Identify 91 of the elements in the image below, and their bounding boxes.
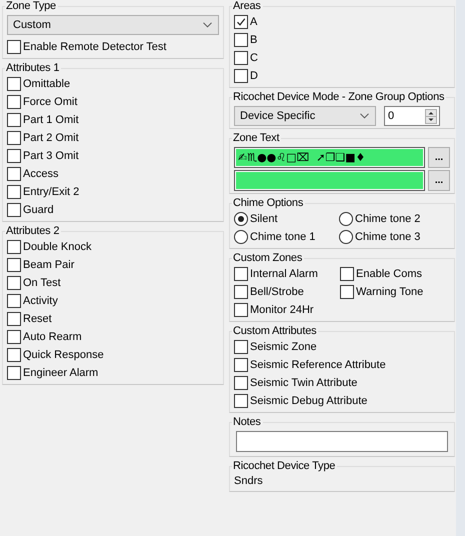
checkbox-label[interactable]: Part 2 Omit xyxy=(23,132,79,144)
checkbox[interactable] xyxy=(7,77,21,91)
ellipsis-button[interactable]: ... xyxy=(428,147,450,168)
checkbox[interactable] xyxy=(234,33,248,47)
checkbox-label[interactable]: Auto Rearm xyxy=(23,331,82,343)
checkbox[interactable] xyxy=(7,240,21,254)
checkbox-label[interactable]: Quick Response xyxy=(23,349,104,361)
group-label: Attributes 1 xyxy=(5,62,60,75)
caret-icon xyxy=(203,22,212,28)
radio-label[interactable]: Chime tone 1 xyxy=(250,231,316,243)
checkbox-label[interactable]: Omittable xyxy=(23,78,70,90)
group-label: Zone Type xyxy=(5,0,57,13)
checkbox-label[interactable]: Seismic Zone xyxy=(250,341,317,353)
checkbox[interactable] xyxy=(234,267,248,281)
checkbox[interactable] xyxy=(340,267,354,281)
checkbox-label[interactable]: Activity xyxy=(23,295,58,307)
checkbox[interactable] xyxy=(7,276,21,290)
group-label: Areas xyxy=(232,0,262,13)
checkbox[interactable] xyxy=(7,185,21,199)
checkbox-label[interactable]: Warning Tone xyxy=(356,286,424,298)
checkbox[interactable] xyxy=(7,167,21,181)
checkbox-label[interactable]: Part 3 Omit xyxy=(23,150,79,162)
checkbox[interactable] xyxy=(7,149,21,163)
checkbox[interactable] xyxy=(7,203,21,217)
checkbox-label[interactable]: A xyxy=(250,16,258,28)
group-label: Ricochet Device Type xyxy=(232,460,336,473)
checkbox-label[interactable]: Enable Remote Detector Test xyxy=(23,41,166,53)
checkbox[interactable] xyxy=(7,113,21,127)
checkbox-label[interactable]: Internal Alarm xyxy=(250,268,318,280)
checkbox-label[interactable]: Enable Coms xyxy=(356,268,422,280)
checkbox[interactable] xyxy=(7,131,21,145)
radio-button[interactable] xyxy=(339,230,353,244)
checkbox-label[interactable]: Seismic Reference Attribute xyxy=(250,359,386,371)
checkbox[interactable] xyxy=(7,294,21,308)
checkbox[interactable] xyxy=(234,376,248,390)
device-type-value: Sndrs xyxy=(234,474,264,489)
checkbox-label[interactable]: Double Knock xyxy=(23,241,92,253)
radio-label[interactable]: Chime tone 2 xyxy=(355,213,420,225)
radio-button[interactable] xyxy=(234,230,248,244)
radio-button[interactable] xyxy=(339,212,353,226)
checkbox[interactable] xyxy=(234,340,248,354)
checkbox-label[interactable]: Bell/Strobe xyxy=(250,286,304,298)
notes-field[interactable] xyxy=(236,431,448,452)
checkbox-label[interactable]: Seismic Twin Attribute xyxy=(250,377,358,389)
checkbox-label[interactable]: D xyxy=(250,70,258,82)
checkbox-label[interactable]: Reset xyxy=(23,313,52,325)
checkbox-label[interactable]: Access xyxy=(23,168,58,180)
radio-label[interactable]: Silent xyxy=(250,213,278,225)
radio-label[interactable]: Chime tone 3 xyxy=(355,231,420,243)
group-label: Custom Attributes xyxy=(232,325,318,338)
checkbox[interactable] xyxy=(234,69,248,83)
group-label: Chime Options xyxy=(232,197,304,210)
checkbox-label[interactable]: Guard xyxy=(23,204,54,216)
checkbox-label[interactable]: Seismic Debug Attribute xyxy=(250,395,368,407)
checkbox-label[interactable]: B xyxy=(250,34,258,46)
dropdown[interactable]: Custom xyxy=(7,15,219,35)
checkbox[interactable] xyxy=(234,15,248,29)
checkbox[interactable] xyxy=(7,258,21,272)
spin-arrows-icon[interactable] xyxy=(425,108,437,124)
caret-icon xyxy=(360,113,369,119)
checkbox-label[interactable]: C xyxy=(250,52,258,64)
checkbox-label[interactable]: Beam Pair xyxy=(23,259,74,271)
radio-button[interactable] xyxy=(234,212,248,226)
checkbox[interactable] xyxy=(234,51,248,65)
checkbox[interactable] xyxy=(7,312,21,326)
checkbox[interactable] xyxy=(234,394,248,408)
checkbox-label[interactable]: Part 1 Omit xyxy=(23,114,79,126)
checkbox-label[interactable]: On Test xyxy=(23,277,61,289)
checkbox-label[interactable]: Force Omit xyxy=(23,96,78,108)
checkbox[interactable] xyxy=(7,95,21,109)
group-label: Custom Zones xyxy=(232,252,304,265)
text-field[interactable]: ✍♏●●♌□⌧ ➚❐❑■♦ xyxy=(234,147,425,168)
checkbox[interactable] xyxy=(7,330,21,344)
checkbox[interactable] xyxy=(234,285,248,299)
checkbox[interactable] xyxy=(234,303,248,317)
text-field[interactable] xyxy=(234,170,425,191)
checkbox-label[interactable]: Monitor 24Hr xyxy=(250,304,314,316)
dropdown[interactable]: Device Specific xyxy=(234,106,376,126)
checkbox-label[interactable]: Engineer Alarm xyxy=(23,367,98,379)
group-label: Ricochet Device Mode - Zone Group Options xyxy=(232,91,446,104)
checkbox[interactable] xyxy=(7,40,21,54)
checkbox[interactable] xyxy=(7,366,21,380)
checkbox[interactable] xyxy=(7,348,21,362)
checkbox-label[interactable]: Entry/Exit 2 xyxy=(23,186,80,198)
group-label: Attributes 2 xyxy=(5,225,60,238)
checkbox[interactable] xyxy=(340,285,354,299)
group-label: Notes xyxy=(232,416,262,429)
group-label: Zone Text xyxy=(232,132,280,145)
number-field[interactable]: 0 xyxy=(384,106,440,126)
checkbox[interactable] xyxy=(234,358,248,372)
ellipsis-button[interactable]: ... xyxy=(428,170,450,191)
